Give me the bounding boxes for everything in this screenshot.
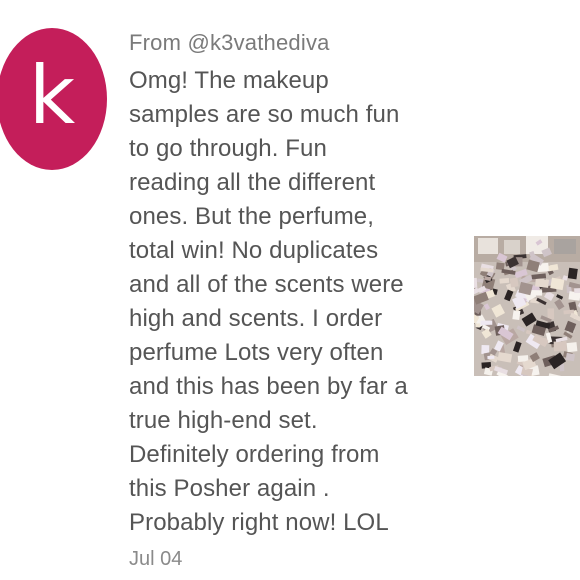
photo-sample-item: [553, 340, 567, 352]
review-line: ones. But the perfume,: [129, 203, 375, 230]
photo-sample-item: [475, 323, 481, 328]
review-line: true high-end set.: [129, 407, 318, 434]
review-line: samples are so much fun: [129, 101, 400, 128]
review-date: Jul 04: [129, 548, 183, 570]
review-line: to go through. Fun: [129, 135, 327, 162]
review-text: Omg! The makeup samples are so much fun …: [129, 64, 449, 540]
photo-sample-item: [574, 287, 580, 294]
avatar[interactable]: k: [0, 28, 107, 170]
review-photo[interactable]: [474, 236, 580, 376]
review-line: perfume Lots very often: [129, 339, 384, 366]
review-card: k From @k3vathediva Omg! The makeup samp…: [0, 0, 580, 580]
avatar-letter: k: [28, 49, 76, 142]
review-line: and all of the scents were: [129, 271, 404, 298]
photo-sample-item: [487, 355, 495, 360]
photo-sample-item: [566, 342, 578, 353]
review-line: high and scents. I order: [129, 305, 383, 332]
photo-sample-item: [495, 262, 505, 271]
photo-sample-item: [474, 277, 478, 289]
photo-sample-item: [547, 308, 555, 320]
photo-sample-item: [499, 277, 510, 284]
photo-sample-item: [565, 352, 576, 362]
photo-sample-item: [567, 267, 578, 280]
review-line: Omg! The makeup: [129, 67, 329, 94]
photo-sample-item: [509, 277, 519, 288]
review-line: Definitely ordering from: [129, 441, 380, 468]
review-author[interactable]: From @k3vathediva: [129, 30, 330, 56]
review-line: and this has been by far a: [129, 373, 408, 400]
review-line: this Posher again .: [129, 475, 330, 502]
photo-sample-item: [550, 277, 565, 291]
review-line: reading all the different: [129, 169, 376, 196]
review-line: total win! No duplicates: [129, 237, 379, 264]
photo-sample-item: [480, 320, 493, 326]
photo-sample-item: [535, 278, 550, 288]
review-line: Probably right now! LOL: [129, 509, 389, 536]
photo-sample-item: [512, 310, 521, 321]
